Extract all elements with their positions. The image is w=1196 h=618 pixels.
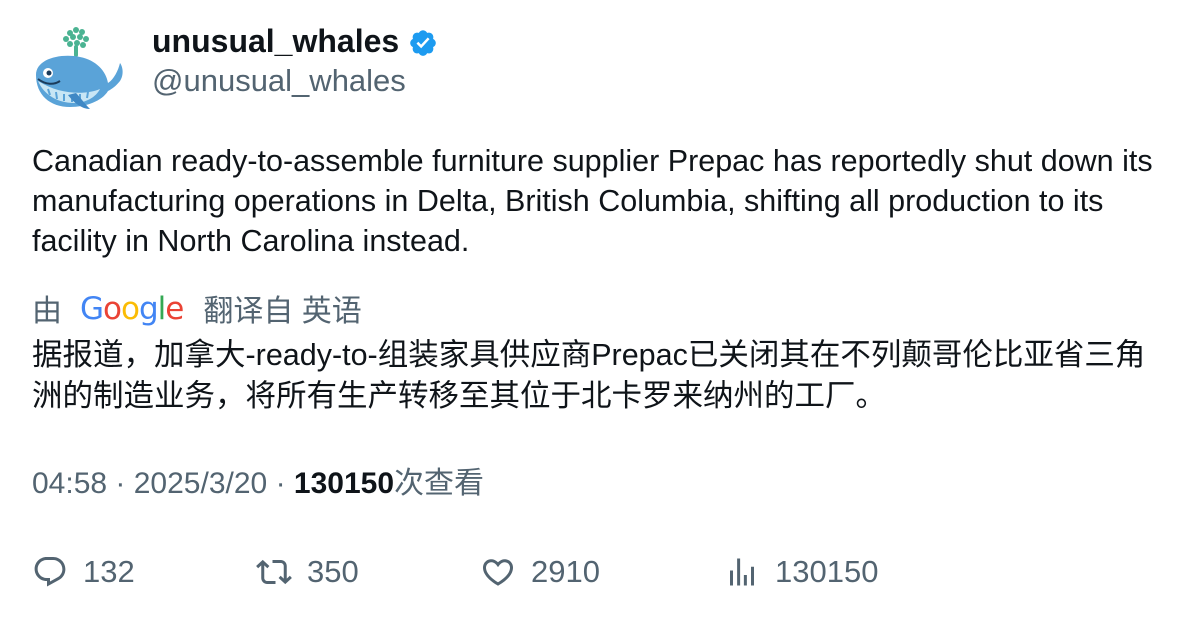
views-button[interactable]: 130150 [724, 552, 878, 592]
display-name[interactable]: unusual_whales [152, 20, 399, 62]
like-count: 2910 [531, 554, 600, 589]
tweet-time[interactable]: 04:58 [32, 467, 107, 500]
user-handle[interactable]: @unusual_whales [152, 61, 406, 101]
retweet-icon [256, 559, 292, 585]
reply-icon [34, 557, 66, 587]
retweet-button[interactable]: 350 [256, 552, 359, 592]
verified-badge-icon [408, 28, 438, 58]
retweet-count: 350 [307, 554, 359, 589]
views-count: 130150 [293, 467, 394, 500]
whale-avatar-icon[interactable] [30, 25, 126, 113]
views-label: 次查看 [394, 467, 484, 500]
translated-text: 据报道，加拿大-ready-to-组装家具供应商Prepac已关闭其在不列颠哥伦… [32, 338, 1146, 413]
views-action-count: 130150 [775, 554, 879, 589]
heart-icon [482, 559, 514, 586]
meta-separator: · [115, 467, 134, 500]
translation-attribution: 由 Google 翻译自 英语 [32, 287, 362, 329]
meta-separator: · [275, 467, 294, 500]
reply-button[interactable]: 132 [32, 552, 135, 592]
google-logo: Google [80, 291, 184, 327]
tweet-text: Canadian ready-to-assemble furniture sup… [32, 144, 1153, 258]
reply-count: 132 [83, 554, 135, 589]
analytics-icon [730, 558, 754, 586]
tweet-meta: 04:58 · 2025/3/20 · 130150次查看 [32, 464, 484, 504]
tweet-date[interactable]: 2025/3/20 [134, 467, 267, 500]
translated-from-label: 翻译自 英语 [203, 295, 362, 328]
like-button[interactable]: 2910 [480, 552, 600, 592]
translated-by-label: 由 [32, 295, 62, 328]
